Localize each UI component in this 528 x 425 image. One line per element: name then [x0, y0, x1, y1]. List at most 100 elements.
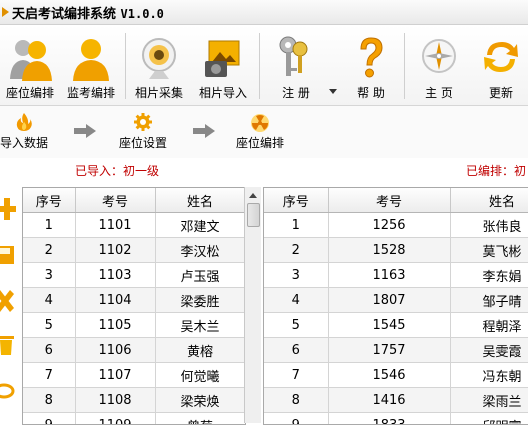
- seat-arrangement-button[interactable]: 座位编排: [0, 25, 60, 105]
- trash-icon[interactable]: [0, 334, 16, 356]
- action-column: [0, 184, 18, 423]
- imported-students-table: 序号 考号 姓名 11101邓建文 21102李汉松 31103卢玉强 4110…: [22, 187, 246, 425]
- table-row[interactable]: 91109曾菊: [23, 413, 245, 425]
- cell-exam-no: 1109: [75, 413, 155, 425]
- save-icon[interactable]: [0, 244, 16, 266]
- table-row[interactable]: 51545程朝泽: [264, 313, 528, 338]
- cell-name: 吴雯霞: [450, 338, 528, 363]
- table-row[interactable]: 11101邓建文: [23, 213, 245, 238]
- cell-index: 1: [23, 213, 75, 238]
- table-row[interactable]: 71546冯东朝: [264, 363, 528, 388]
- step-import-data[interactable]: 导入数据: [0, 106, 52, 158]
- table-row[interactable]: 41807邹子晴: [264, 288, 528, 313]
- table-row[interactable]: 71107何觉曦: [23, 363, 245, 388]
- cell-exam-no: 1108: [75, 388, 155, 413]
- cell-exam-no: 1101: [75, 213, 155, 238]
- toolbar-label: 帮 助: [340, 84, 402, 101]
- column-header-name[interactable]: 姓名: [450, 188, 528, 213]
- cell-exam-no: 1833: [328, 413, 450, 425]
- photo-capture-button[interactable]: 相片采集: [128, 25, 190, 105]
- radiation-icon: [250, 112, 270, 132]
- scroll-up-icon[interactable]: [249, 193, 257, 198]
- register-dropdown-icon[interactable]: [329, 89, 337, 94]
- cell-name: 梁荣焕: [155, 388, 245, 413]
- table-row[interactable]: 61757吴雯霞: [264, 338, 528, 363]
- step-seat-settings[interactable]: 座位设置: [113, 106, 173, 158]
- left-table-scrollbar[interactable]: [244, 187, 261, 423]
- cell-exam-no: 1528: [328, 238, 450, 263]
- column-header-index[interactable]: 序号: [264, 188, 328, 213]
- table-row[interactable]: 31103卢玉强: [23, 263, 245, 288]
- arrow-right-icon: [74, 124, 96, 138]
- toolbar-label: 注 册: [264, 84, 328, 101]
- users-group-icon: [8, 35, 52, 81]
- table-row[interactable]: 31163李东娟: [264, 263, 528, 288]
- step-label: 座位设置: [113, 134, 173, 151]
- refresh-icon: [479, 35, 523, 81]
- cell-index: 9: [23, 413, 75, 425]
- cell-name: 李汉松: [155, 238, 245, 263]
- compass-icon: [417, 35, 461, 81]
- cell-index: 5: [23, 313, 75, 338]
- arranged-students-table: 序号 考号 姓名 11256张伟良 21528莫飞彬 31163李东娟 4180…: [263, 187, 528, 425]
- link-icon[interactable]: [0, 380, 16, 402]
- app-icon: [2, 7, 9, 17]
- cell-exam-no: 1104: [75, 288, 155, 313]
- cell-exam-no: 1106: [75, 338, 155, 363]
- table-row[interactable]: 91833邱明富: [264, 413, 528, 425]
- column-header-exam-no[interactable]: 考号: [75, 188, 155, 213]
- add-icon[interactable]: [0, 198, 16, 220]
- cell-index: 2: [264, 238, 328, 263]
- home-button[interactable]: 主 页: [407, 25, 471, 105]
- register-button[interactable]: 注 册: [264, 25, 328, 105]
- arrow-right-icon: [193, 124, 215, 138]
- imported-status: 已导入：初一级: [75, 162, 159, 179]
- fire-icon: [14, 112, 34, 132]
- toolbar-label: 相片导入: [192, 84, 254, 101]
- cell-index: 5: [264, 313, 328, 338]
- cell-name: 何觉曦: [155, 363, 245, 388]
- column-header-name[interactable]: 姓名: [155, 188, 245, 213]
- table-row[interactable]: 41104梁委胜: [23, 288, 245, 313]
- cell-name: 卢玉强: [155, 263, 245, 288]
- help-button[interactable]: 帮 助: [340, 25, 402, 105]
- cell-name: 邹子晴: [450, 288, 528, 313]
- app-version: V1.0.0: [121, 7, 164, 21]
- keys-icon: [274, 35, 318, 81]
- cell-exam-no: 1163: [328, 263, 450, 288]
- cell-name: 梁委胜: [155, 288, 245, 313]
- proctor-arrangement-button[interactable]: 监考编排: [60, 25, 122, 105]
- table-row[interactable]: 21102李汉松: [23, 238, 245, 263]
- cell-index: 6: [264, 338, 328, 363]
- cell-exam-no: 1256: [328, 213, 450, 238]
- table-row[interactable]: 61106黄榕: [23, 338, 245, 363]
- delete-icon[interactable]: [0, 290, 16, 312]
- table-row[interactable]: 81108梁荣焕: [23, 388, 245, 413]
- cell-exam-no: 1105: [75, 313, 155, 338]
- gear-icon: [133, 112, 153, 132]
- cell-exam-no: 1757: [328, 338, 450, 363]
- scroll-thumb[interactable]: [247, 203, 260, 227]
- cell-index: 3: [264, 263, 328, 288]
- table-row[interactable]: 51105吴木兰: [23, 313, 245, 338]
- cell-index: 7: [264, 363, 328, 388]
- cell-index: 2: [23, 238, 75, 263]
- cell-index: 4: [264, 288, 328, 313]
- cell-name: 吴木兰: [155, 313, 245, 338]
- toolbar-label: 相片采集: [128, 84, 190, 101]
- table-row[interactable]: 11256张伟良: [264, 213, 528, 238]
- update-button[interactable]: 更新: [474, 25, 528, 105]
- photo-import-button[interactable]: 相片导入: [192, 25, 254, 105]
- table-row[interactable]: 21528莫飞彬: [264, 238, 528, 263]
- cell-exam-no: 1416: [328, 388, 450, 413]
- table-row[interactable]: 81416梁雨兰: [264, 388, 528, 413]
- main-toolbar: 座位编排 监考编排 相片采集 相片导入: [0, 25, 528, 106]
- column-header-exam-no[interactable]: 考号: [328, 188, 450, 213]
- question-mark-icon: [349, 35, 393, 81]
- step-seat-arrangement[interactable]: 座位编排: [230, 106, 290, 158]
- cell-exam-no: 1545: [328, 313, 450, 338]
- cell-index: 3: [23, 263, 75, 288]
- cell-index: 8: [264, 388, 328, 413]
- cell-name: 张伟良: [450, 213, 528, 238]
- column-header-index[interactable]: 序号: [23, 188, 75, 213]
